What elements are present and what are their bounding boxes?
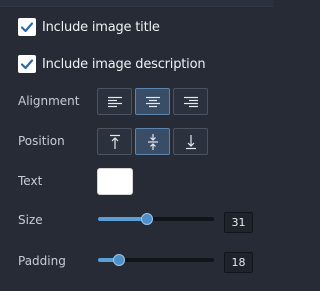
position-top-button[interactable] (97, 128, 132, 155)
slider-thumb[interactable] (141, 213, 153, 225)
align-bottom-icon (185, 134, 196, 149)
align-left-button[interactable] (97, 88, 132, 115)
include-description-checkbox[interactable] (18, 55, 36, 73)
alignment-segmented-control (97, 88, 208, 115)
include-description-label: Include image description (42, 56, 206, 72)
align-right-icon (183, 96, 198, 107)
panel-top-edge (0, 0, 274, 7)
include-description-row[interactable]: Include image description (0, 55, 274, 73)
position-segmented-control (97, 128, 208, 155)
slider-fill (98, 217, 147, 221)
padding-label: Padding (18, 254, 66, 268)
align-top-icon (109, 134, 120, 149)
size-label: Size (18, 213, 43, 227)
align-center-icon (145, 96, 160, 107)
checkmark-icon (20, 22, 34, 33)
position-bottom-button[interactable] (173, 128, 208, 155)
size-value-field[interactable]: 31 (224, 212, 253, 233)
slider-thumb[interactable] (113, 254, 125, 266)
align-center-button[interactable] (135, 88, 170, 115)
alignment-label: Alignment (18, 94, 80, 108)
include-title-row[interactable]: Include image title (0, 18, 274, 36)
padding-slider[interactable] (98, 253, 214, 267)
text-color-label: Text (18, 174, 43, 188)
padding-value-field[interactable]: 18 (224, 252, 253, 273)
position-middle-button[interactable] (135, 128, 170, 155)
checkmark-icon (20, 59, 34, 70)
text-color-swatch[interactable] (97, 168, 133, 195)
position-label: Position (18, 134, 65, 148)
include-title-checkbox[interactable] (18, 18, 36, 36)
align-middle-icon (147, 133, 158, 150)
size-slider[interactable] (98, 212, 214, 226)
include-title-label: Include image title (42, 19, 160, 35)
align-right-button[interactable] (173, 88, 208, 115)
align-left-icon (107, 96, 122, 107)
